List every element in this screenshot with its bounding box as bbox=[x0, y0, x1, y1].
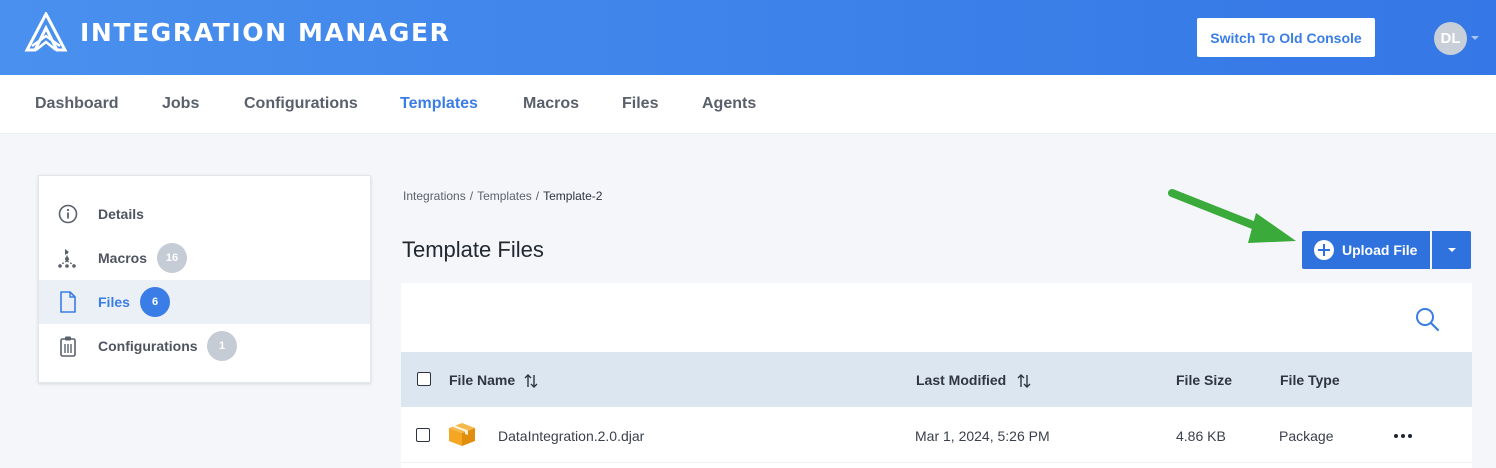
count-badge: 1 bbox=[207, 331, 237, 361]
chevron-down-icon bbox=[1448, 248, 1456, 252]
breadcrumb-integrations[interactable]: Integrations bbox=[403, 189, 466, 203]
page-title: Template Files bbox=[402, 237, 544, 262]
file-icon bbox=[57, 291, 79, 313]
chevron-down-icon[interactable] bbox=[1471, 36, 1479, 40]
more-options-icon[interactable] bbox=[1394, 434, 1412, 438]
sidebar-item-label: Details bbox=[98, 206, 144, 222]
nav-item-jobs[interactable]: Jobs bbox=[162, 95, 199, 113]
file-name[interactable]: DataIntegration.2.0.djar bbox=[498, 428, 644, 444]
brand: INTEGRATION MANAGER bbox=[24, 12, 451, 52]
search-icon[interactable] bbox=[1413, 305, 1441, 333]
annotation-arrow-icon bbox=[1168, 189, 1296, 243]
breadcrumb-current: Template-2 bbox=[543, 189, 603, 203]
row-checkbox[interactable] bbox=[416, 428, 430, 442]
sidebar-item-configurations[interactable]: Configurations 1 bbox=[39, 324, 370, 368]
logo-icon bbox=[24, 12, 68, 52]
app-title: INTEGRATION MANAGER bbox=[80, 17, 451, 47]
table-row[interactable]: DataIntegration.2.0.djar Mar 1, 2024, 5:… bbox=[401, 407, 1472, 463]
table-header: File Name Last Modified File Size File T… bbox=[401, 352, 1472, 407]
info-icon bbox=[57, 203, 79, 225]
upload-file-button[interactable]: Upload File bbox=[1302, 231, 1430, 269]
sort-icon[interactable] bbox=[523, 373, 539, 389]
count-badge: 16 bbox=[157, 243, 187, 273]
upload-options-dropdown-button[interactable] bbox=[1432, 231, 1471, 269]
column-header-file-size: File Size bbox=[1176, 372, 1233, 388]
macro-flow-icon bbox=[57, 247, 79, 269]
column-header-last-modified[interactable]: Last Modified bbox=[916, 372, 1006, 388]
plus-circle-icon bbox=[1314, 240, 1334, 260]
breadcrumb-templates[interactable]: Templates bbox=[477, 189, 532, 203]
main-nav: Dashboard Jobs Configurations Templates … bbox=[0, 75, 1496, 134]
nav-item-configurations[interactable]: Configurations bbox=[244, 95, 358, 113]
column-header-file-name[interactable]: File Name bbox=[449, 372, 515, 388]
upload-file-label: Upload File bbox=[1342, 242, 1418, 258]
select-all-checkbox[interactable] bbox=[417, 372, 431, 386]
nav-item-dashboard[interactable]: Dashboard bbox=[35, 95, 119, 113]
template-sidebar: Details Macros 16 Files 6 Configurations… bbox=[38, 175, 371, 383]
breadcrumb: Integrations / Templates / Template-2 bbox=[403, 189, 603, 203]
sidebar-item-macros[interactable]: Macros 16 bbox=[39, 236, 370, 280]
sort-icon[interactable] bbox=[1016, 373, 1032, 389]
column-header-file-type: File Type bbox=[1280, 372, 1340, 388]
nav-item-files[interactable]: Files bbox=[622, 95, 658, 113]
nav-item-macros[interactable]: Macros bbox=[523, 95, 579, 113]
count-badge: 6 bbox=[140, 287, 170, 317]
sidebar-item-files[interactable]: Files 6 bbox=[39, 280, 370, 324]
sidebar-item-details[interactable]: Details bbox=[39, 192, 370, 236]
nav-item-templates[interactable]: Templates bbox=[400, 95, 478, 113]
clipboard-icon bbox=[57, 335, 79, 357]
package-box-icon bbox=[449, 423, 475, 446]
sidebar-item-label: Configurations bbox=[98, 338, 198, 354]
nav-item-agents[interactable]: Agents bbox=[702, 95, 756, 113]
file-size: 4.86 KB bbox=[1176, 428, 1226, 444]
last-modified: Mar 1, 2024, 5:26 PM bbox=[915, 428, 1050, 444]
switch-old-console-button[interactable]: Switch To Old Console bbox=[1197, 18, 1375, 57]
sidebar-item-label: Macros bbox=[98, 250, 148, 266]
app-header: INTEGRATION MANAGER Switch To Old Consol… bbox=[0, 0, 1496, 75]
avatar[interactable]: DL bbox=[1434, 22, 1467, 55]
sidebar-item-label: Files bbox=[98, 294, 130, 310]
file-type: Package bbox=[1279, 428, 1334, 444]
